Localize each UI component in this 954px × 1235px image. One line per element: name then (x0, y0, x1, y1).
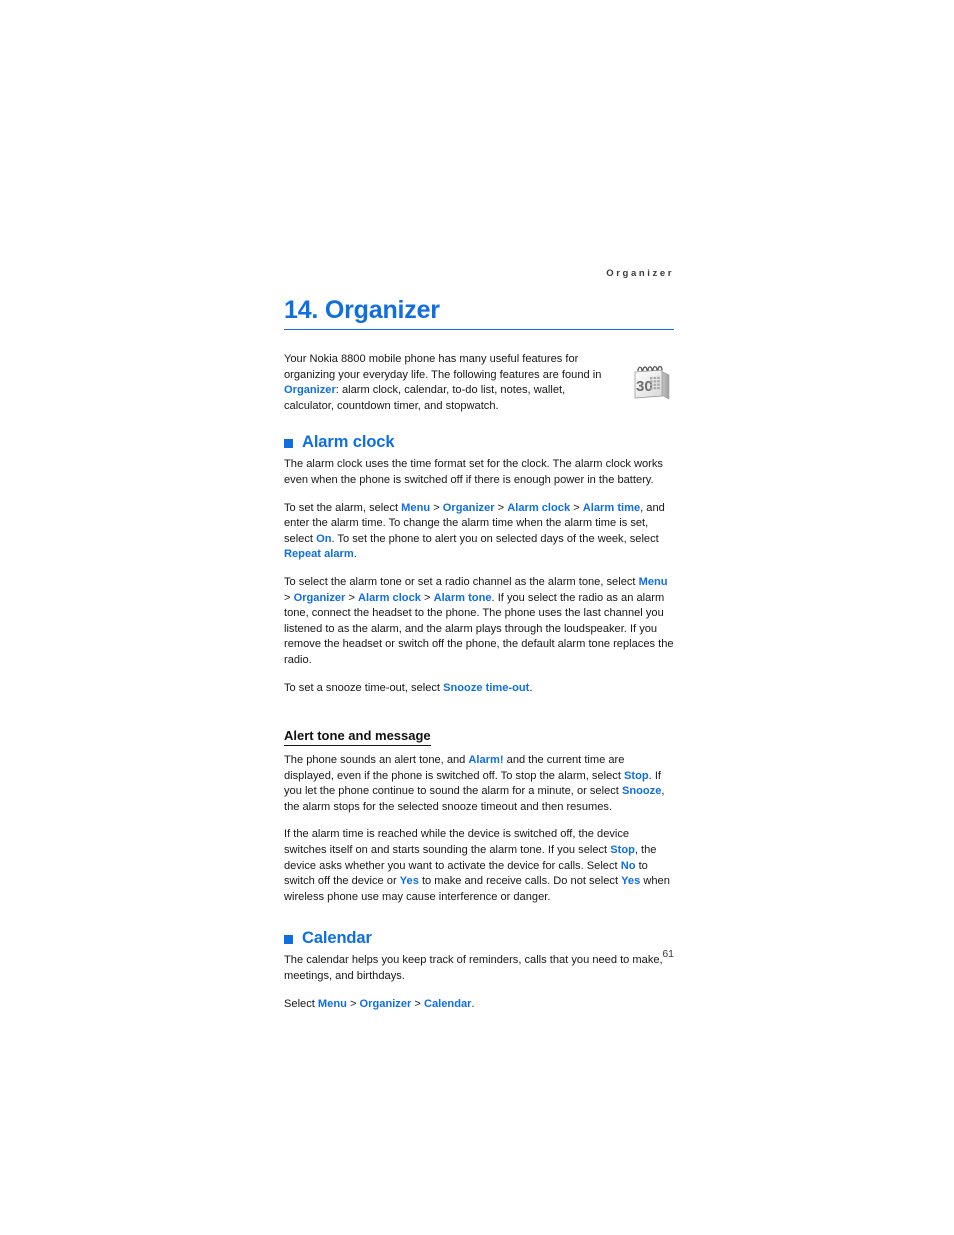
link-menu[interactable]: Menu (401, 502, 430, 514)
link-organizer[interactable]: Organizer (294, 592, 346, 604)
link-repeat-alarm[interactable]: Repeat alarm (284, 548, 354, 560)
section-title-text: Calendar (302, 929, 372, 948)
link-alarm-clock[interactable]: Alarm clock (358, 592, 421, 604)
link-alarm-exclaim[interactable]: Alarm! (468, 754, 503, 766)
title-divider (284, 329, 674, 330)
page-title: 14. Organizer (284, 296, 440, 324)
link-organizer[interactable]: Organizer (284, 384, 336, 396)
section-title-text: Alarm clock (302, 433, 395, 452)
link-organizer[interactable]: Organizer (360, 998, 412, 1010)
running-head: Organizer (606, 268, 674, 279)
link-calendar[interactable]: Calendar (424, 998, 471, 1010)
link-organizer[interactable]: Organizer (443, 502, 495, 514)
text-run: . To set the phone to alert you on selec… (331, 532, 659, 545)
page-number: 61 (662, 948, 674, 960)
text-run: . (471, 997, 475, 1010)
alarm-clock-paragraph-4: To set a snooze time-out, select Snooze … (284, 681, 674, 697)
section-heading-alarm-clock: Alarm clock (284, 432, 674, 452)
calendar-paragraph-2: Select Menu > Organizer > Calendar. (284, 997, 674, 1013)
square-bullet-icon (284, 438, 293, 448)
link-yes[interactable]: Yes (621, 875, 640, 887)
text-run: To set a snooze time-out, select (284, 681, 444, 694)
separator: > (346, 997, 360, 1010)
link-stop[interactable]: Stop (610, 844, 635, 856)
document-page: Organizer 14. Organizer Your Nokia 8800 … (0, 0, 954, 1235)
separator: > (420, 591, 434, 604)
text-run: To set the alarm, select (284, 501, 402, 514)
text-run: . (529, 681, 533, 694)
separator: > (430, 501, 443, 514)
link-alarm-tone[interactable]: Alarm tone (434, 592, 492, 604)
text-run: . (353, 548, 357, 561)
desk-calendar-icon: 30 (628, 360, 674, 406)
separator: > (411, 997, 424, 1010)
link-alarm-time[interactable]: Alarm time (583, 502, 640, 514)
square-bullet-icon (284, 934, 293, 944)
link-menu[interactable]: Menu (639, 576, 668, 588)
link-on[interactable]: On (316, 533, 331, 545)
subheading-alert-tone-and-message: Alert tone and message (284, 728, 431, 747)
subheading-wrapper: Alert tone and message (284, 708, 674, 753)
link-alarm-clock[interactable]: Alarm clock (507, 502, 570, 514)
section-heading-calendar: Calendar (284, 928, 674, 948)
link-snooze[interactable]: Snooze (622, 785, 661, 797)
page-content: Organizer 14. Organizer Your Nokia 8800 … (284, 268, 674, 1024)
link-no[interactable]: No (621, 860, 636, 872)
intro-text-1: Your Nokia 8800 mobile phone has many us… (284, 353, 602, 381)
alarm-clock-paragraph-1: The alarm clock uses the time format set… (284, 458, 663, 486)
alarm-clock-paragraph-3: To select the alarm tone or set a radio … (284, 575, 674, 669)
alarm-clock-paragraph-2: To set the alarm, select Menu > Organize… (284, 501, 674, 563)
separator: > (284, 591, 294, 604)
text-run: To select the alarm tone or set a radio … (284, 575, 639, 588)
separator: > (494, 501, 508, 514)
text-run: to make and receive calls. Do not select (418, 875, 622, 888)
link-menu[interactable]: Menu (318, 998, 347, 1010)
text-run: Select (284, 997, 318, 1010)
text-run: The phone sounds an alert tone, and (284, 754, 469, 767)
alert-tone-paragraph-2: If the alarm time is reached while the d… (284, 827, 674, 905)
separator: > (570, 501, 583, 514)
link-stop[interactable]: Stop (624, 770, 649, 782)
intro-block: Your Nokia 8800 mobile phone has many us… (284, 352, 674, 414)
link-yes[interactable]: Yes (400, 875, 419, 887)
link-snooze-time-out[interactable]: Snooze time-out (443, 682, 529, 694)
separator: > (345, 591, 359, 604)
intro-paragraph: Your Nokia 8800 mobile phone has many us… (284, 352, 602, 414)
alert-tone-paragraph-1: The phone sounds an alert tone, and Alar… (284, 753, 674, 815)
text-run: If the alarm time is reached while the d… (284, 828, 630, 857)
